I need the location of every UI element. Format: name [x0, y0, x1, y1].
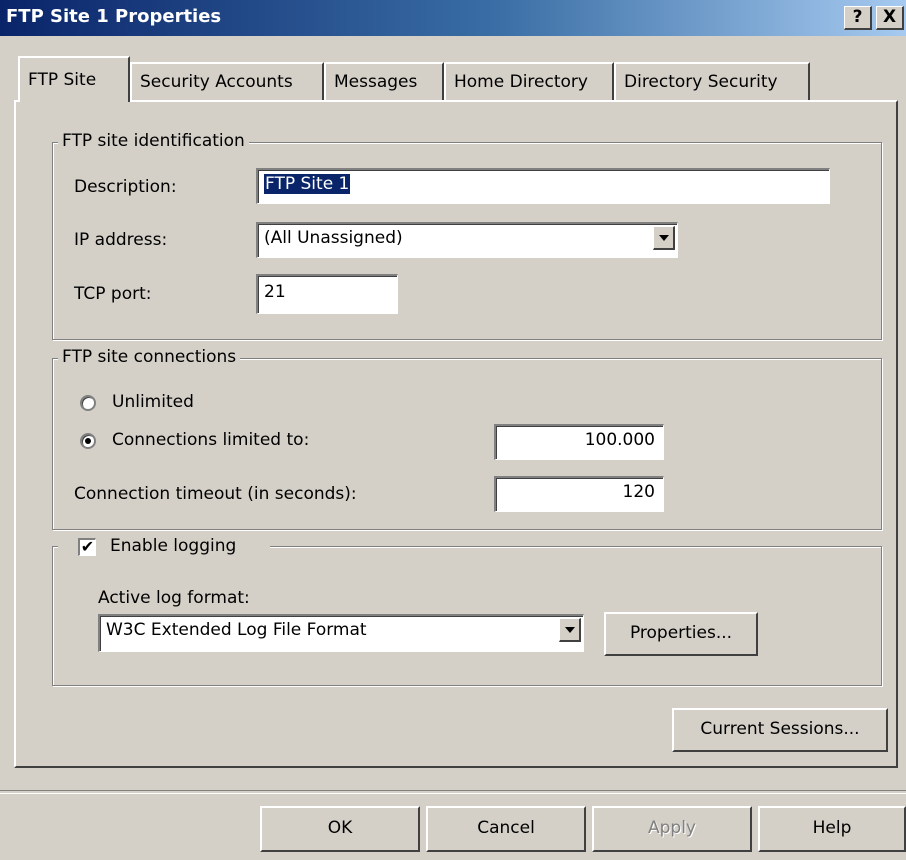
help-button[interactable]: Help: [758, 806, 906, 852]
tab-messages[interactable]: Messages: [324, 62, 444, 100]
cancel-button[interactable]: Cancel: [426, 806, 586, 852]
enable-logging-checkbox[interactable]: ✔: [78, 538, 96, 556]
enable-logging-label: Enable logging: [110, 536, 237, 556]
ok-button[interactable]: OK: [260, 806, 420, 852]
identification-legend: FTP site identification: [58, 131, 249, 151]
ip-address-value: (All Unassigned): [264, 228, 403, 248]
unlimited-label: Unlimited: [112, 392, 194, 412]
log-properties-button[interactable]: Properties...: [604, 612, 758, 656]
help-caption-button[interactable]: ?: [844, 6, 872, 30]
connections-limit-field[interactable]: 100.000: [494, 424, 664, 460]
description-field[interactable]: FTP Site 1: [256, 168, 830, 204]
tab-ftp-site[interactable]: FTP Site: [18, 56, 130, 102]
apply-button[interactable]: Apply: [592, 806, 752, 852]
log-format-label: Active log format:: [98, 588, 250, 608]
limited-label: Connections limited to:: [112, 430, 310, 450]
tab-directory-security[interactable]: Directory Security: [614, 62, 810, 100]
current-sessions-button[interactable]: Current Sessions...: [672, 708, 888, 752]
title-bar: FTP Site 1 Properties ? X: [0, 0, 906, 36]
tab-security-accounts[interactable]: Security Accounts: [130, 62, 324, 100]
timeout-field[interactable]: 120: [494, 476, 664, 512]
description-label-text: Description:: [74, 177, 177, 197]
description-value: FTP Site 1: [264, 174, 351, 194]
limited-radio[interactable]: [80, 433, 96, 449]
timeout-label: Connection timeout (in seconds):: [74, 484, 357, 504]
description-label: Description:: [74, 177, 177, 197]
log-format-select[interactable]: W3C Extended Log File Format: [98, 614, 584, 652]
connections-legend: FTP site connections: [58, 347, 241, 367]
tcp-port-label: TCP port:: [74, 284, 152, 304]
window-title: FTP Site 1 Properties: [6, 6, 222, 27]
ip-address-label: IP address:: [74, 230, 168, 250]
ip-address-select[interactable]: (All Unassigned): [256, 222, 678, 258]
tab-home-directory[interactable]: Home Directory: [444, 62, 614, 100]
log-format-value: W3C Extended Log File Format: [106, 620, 367, 640]
log-format-dropdown-arrow-icon[interactable]: [559, 618, 581, 642]
close-caption-button[interactable]: X: [876, 6, 904, 30]
unlimited-radio[interactable]: [80, 395, 96, 411]
footer-separator: [0, 790, 906, 794]
tcp-port-field[interactable]: 21: [256, 274, 398, 314]
ip-address-dropdown-arrow-icon[interactable]: [653, 226, 675, 250]
